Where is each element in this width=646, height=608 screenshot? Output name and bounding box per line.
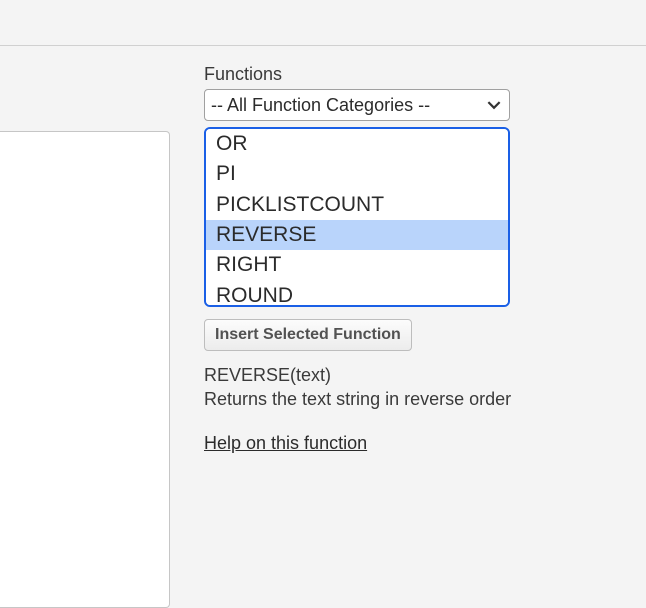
function-item[interactable]: RIGHT: [206, 250, 508, 280]
left-panel: [0, 131, 170, 608]
function-item[interactable]: PICKLISTCOUNT: [206, 190, 508, 220]
function-list[interactable]: ORPIPICKLISTCOUNTREVERSERIGHTROUND: [204, 127, 510, 307]
functions-label: Functions: [204, 64, 514, 85]
insert-selected-function-button[interactable]: Insert Selected Function: [204, 319, 412, 351]
top-divider: [0, 45, 646, 46]
function-signature: REVERSE(text): [204, 365, 514, 386]
function-item[interactable]: OR: [206, 129, 508, 159]
function-description: Returns the text string in reverse order: [204, 388, 544, 411]
function-item[interactable]: PI: [206, 159, 508, 189]
help-on-function-link[interactable]: Help on this function: [204, 433, 367, 454]
function-category-dropdown[interactable]: -- All Function Categories --: [204, 89, 510, 121]
functions-section: Functions -- All Function Categories -- …: [204, 64, 514, 454]
function-item[interactable]: ROUND: [206, 281, 508, 307]
function-item[interactable]: REVERSE: [206, 220, 508, 250]
